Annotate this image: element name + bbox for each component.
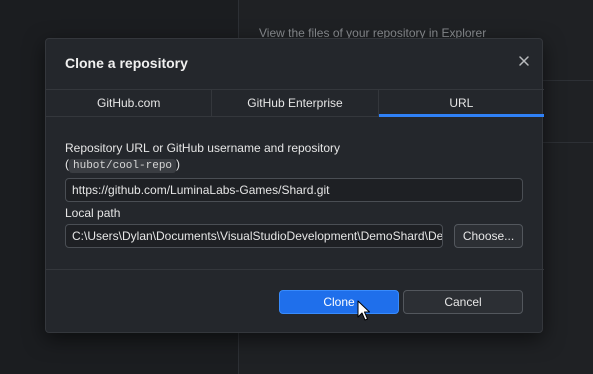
local-path-value: C:\Users\Dylan\Documents\VisualStudioDev… <box>72 229 443 243</box>
dialog-title: Clone a repository <box>65 55 188 71</box>
repository-url-value: https://github.com/LuminaLabs-Games/Shar… <box>72 183 330 197</box>
tab-github-enterprise[interactable]: GitHub Enterprise <box>212 90 379 116</box>
tab-label: GitHub.com <box>96 96 161 110</box>
local-path-label: Local path <box>65 206 121 220</box>
repository-url-label: Repository URL or GitHub username and re… <box>65 141 341 155</box>
tab-bar: GitHub.com GitHub Enterprise URL <box>46 89 545 117</box>
example-code: hubot/cool-repo <box>69 159 177 173</box>
repository-url-input[interactable]: https://github.com/LuminaLabs-Games/Shar… <box>65 178 523 202</box>
repository-example: (hubot/cool-repo) <box>65 157 181 173</box>
footer-divider <box>46 269 544 270</box>
tab-label: GitHub Enterprise <box>247 96 343 110</box>
example-paren-close: ) <box>176 157 181 171</box>
cancel-button[interactable]: Cancel <box>403 290 523 314</box>
clone-button[interactable]: Clone <box>279 290 399 314</box>
tab-url[interactable]: URL <box>378 90 545 117</box>
mouse-pointer-icon <box>357 300 370 321</box>
close-icon[interactable] <box>514 53 534 73</box>
local-path-input[interactable]: C:\Users\Dylan\Documents\VisualStudioDev… <box>65 224 443 248</box>
choose-path-button[interactable]: Choose... <box>454 224 523 248</box>
close-icon-glyph <box>519 56 529 66</box>
tab-github-com[interactable]: GitHub.com <box>46 90 213 116</box>
tab-label: URL <box>449 96 474 110</box>
clone-repository-dialog: Clone a repository GitHub.com GitHub Ent… <box>45 38 545 333</box>
